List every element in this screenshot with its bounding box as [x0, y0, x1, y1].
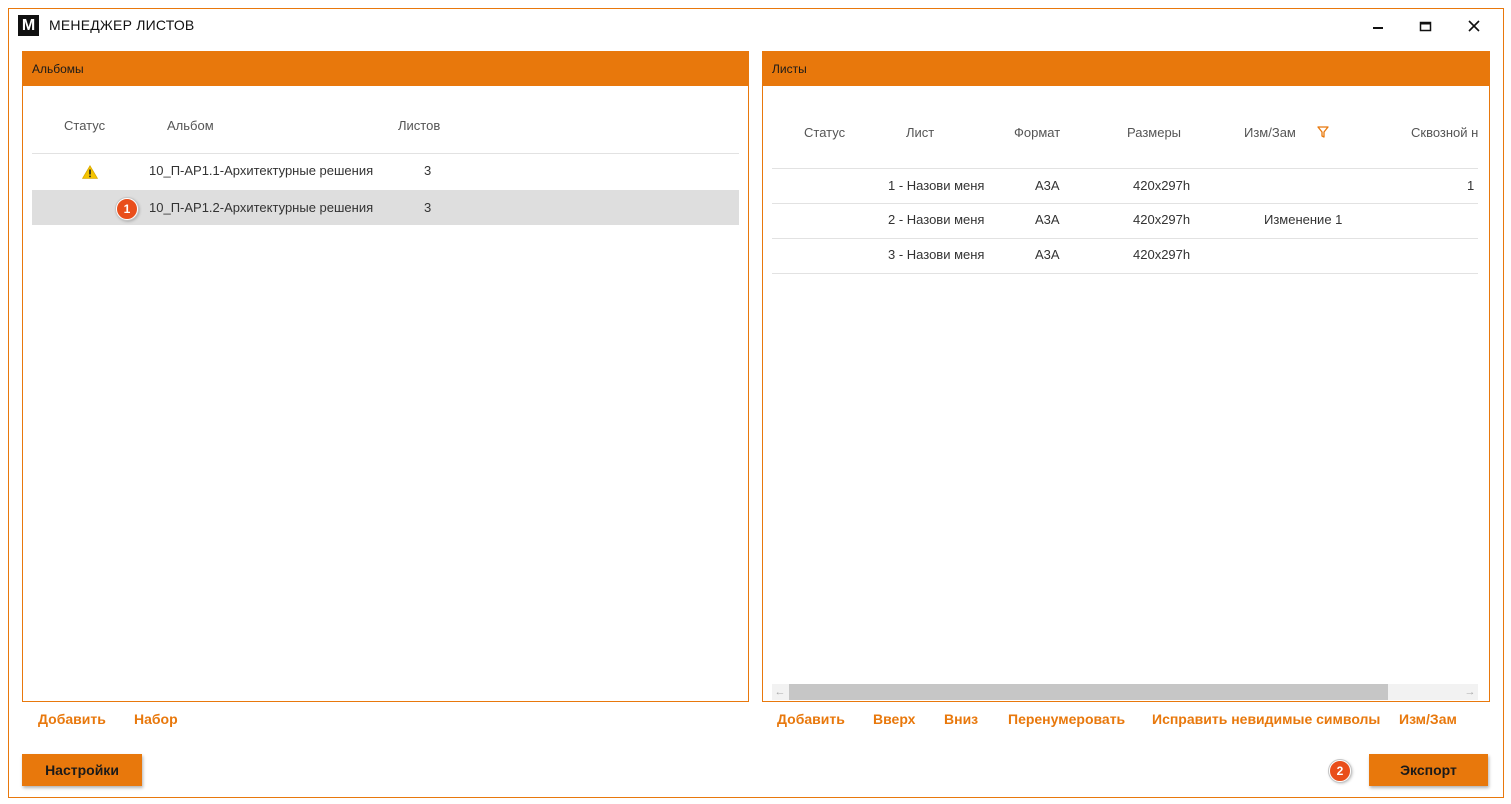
sheets-col-status[interactable]: Статус — [804, 125, 845, 140]
albums-col-status[interactable]: Статус — [64, 118, 105, 133]
filter-icon[interactable] — [1317, 126, 1329, 138]
sheets-panel-header: Листы — [763, 52, 1489, 86]
close-icon — [1468, 20, 1480, 32]
scroll-right-icon[interactable]: → — [1462, 684, 1478, 700]
sheet-size: 420x297h — [1133, 178, 1191, 193]
sheet-row[interactable]: 3 - Назови меня А3А 420x297h — [772, 239, 1478, 273]
renumber-link[interactable]: Перенумеровать — [1008, 711, 1125, 727]
window-title: МЕНЕДЖЕР ЛИСТОВ — [49, 17, 195, 33]
album-row-selected[interactable]: 10_П-АР1.2-Архитектурные решения 3 — [32, 190, 739, 225]
albums-panel-header: Альбомы — [23, 52, 748, 86]
sheets-up-link[interactable]: Вверх — [873, 711, 915, 727]
album-sheet-count: 3 — [424, 200, 432, 215]
sheet-format: А3А — [1035, 178, 1060, 193]
sheet-row[interactable]: 1 - Назови меня А3А 420x297h 1 — [772, 169, 1478, 203]
albums-col-album[interactable]: Альбом — [167, 118, 214, 133]
maximize-icon — [1419, 21, 1432, 32]
sheets-col-through-number[interactable]: Сквозной н — [1411, 125, 1478, 140]
album-row[interactable]: 10_П-АР1.1-Архитектурные решения 3 — [32, 154, 739, 189]
sheets-col-sheet[interactable]: Лист — [906, 125, 934, 140]
albums-set-link[interactable]: Набор — [134, 711, 178, 727]
sheets-down-link[interactable]: Вниз — [944, 711, 978, 727]
row-divider — [772, 273, 1478, 274]
sheet-change: Изменение 1 — [1264, 212, 1343, 227]
album-sheet-count: 3 — [424, 163, 432, 178]
album-name: 10_П-АР1.1-Архитектурные решения — [149, 163, 374, 178]
sheets-col-format[interactable]: Формат — [1014, 125, 1060, 140]
minimize-button[interactable] — [1358, 13, 1398, 39]
albums-col-sheets[interactable]: Листов — [398, 118, 440, 133]
close-button[interactable] — [1454, 13, 1494, 39]
sheets-col-size[interactable]: Размеры — [1127, 125, 1181, 140]
warning-icon — [82, 165, 98, 179]
change-replace-link[interactable]: Изм/Зам — [1399, 711, 1457, 727]
app-logo: M — [18, 15, 39, 36]
album-name: 10_П-АР1.2-Архитектурные решения — [149, 200, 374, 215]
maximize-button[interactable] — [1406, 13, 1446, 39]
sheet-name: 2 - Назови меня — [888, 212, 985, 227]
albums-panel: Альбомы Статус Альбом Листов 10_П-АР1.1-… — [22, 51, 749, 702]
albums-add-link[interactable]: Добавить — [38, 711, 106, 727]
sheet-through-number: 1 — [1467, 178, 1475, 193]
fix-invisible-symbols-link[interactable]: Исправить невидимые символы — [1152, 711, 1380, 727]
sheet-size: 420x297h — [1133, 247, 1191, 262]
scrollbar-thumb[interactable] — [789, 684, 1388, 700]
sheet-name: 3 - Назови меня — [888, 247, 985, 262]
export-button[interactable]: Экспорт — [1369, 754, 1488, 786]
sheets-col-change[interactable]: Изм/Зам — [1244, 125, 1296, 140]
settings-button[interactable]: Настройки — [22, 754, 142, 786]
scroll-left-icon[interactable]: ← — [772, 684, 788, 700]
sheet-format: А3А — [1035, 212, 1060, 227]
sheet-name: 1 - Назови меня — [888, 178, 985, 193]
sheets-add-link[interactable]: Добавить — [777, 711, 845, 727]
sheet-size: 420x297h — [1133, 212, 1191, 227]
sheet-manager-window: M МЕНЕДЖЕР ЛИСТОВ Альбомы Статус Альбом … — [8, 8, 1504, 798]
minimize-icon — [1373, 27, 1383, 29]
sheet-row[interactable]: 2 - Назови меня А3А 420x297h Изменение 1 — [772, 204, 1478, 238]
sheet-format: А3А — [1035, 247, 1060, 262]
step-badge-2: 2 — [1329, 760, 1351, 782]
step-badge-1: 1 — [116, 198, 138, 220]
title-bar[interactable]: M МЕНЕДЖЕР ЛИСТОВ — [9, 9, 1503, 43]
sheets-panel: Листы Статус Лист Формат Размеры Изм/Зам… — [762, 51, 1490, 702]
